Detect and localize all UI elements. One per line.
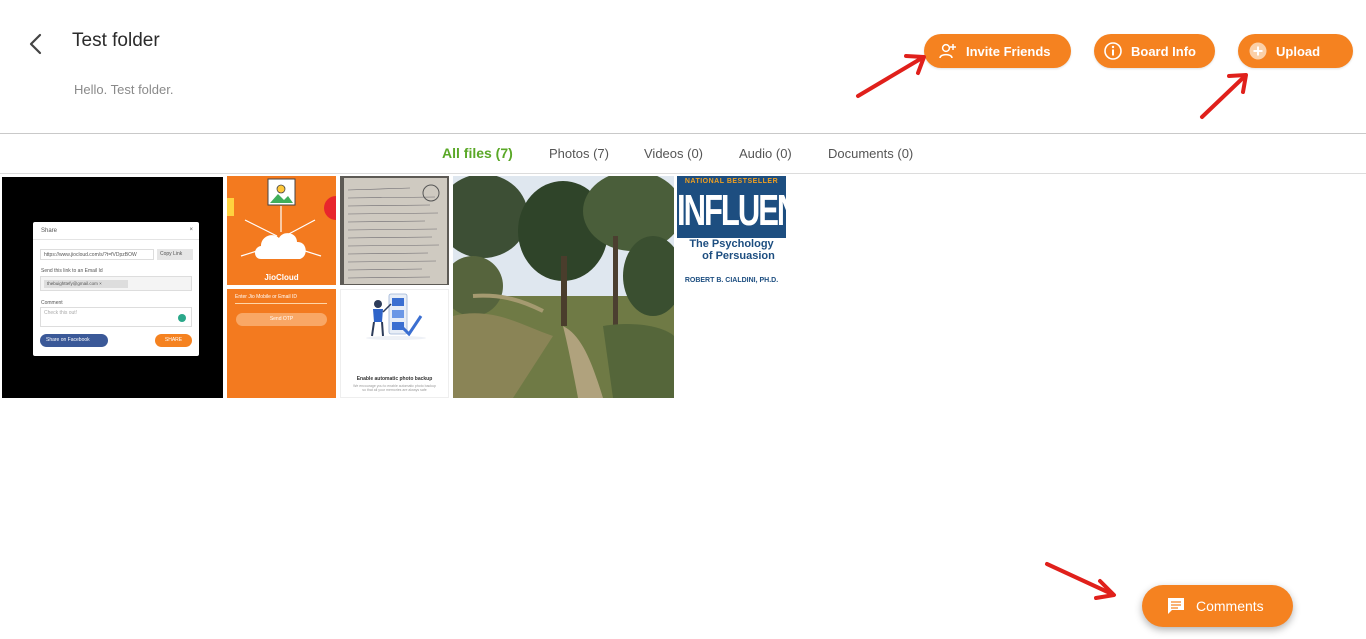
- forest-path-image: [453, 176, 674, 398]
- file-thumbnail-otp-screen[interactable]: Enter Jio Mobile or Email ID Send OTP: [227, 289, 336, 398]
- add-user-icon: [938, 42, 958, 60]
- tab-photos[interactable]: Photos (7): [549, 146, 609, 161]
- handwritten-page-image: [340, 176, 449, 285]
- email-chip: thebuighttefy@gmail.com ×: [44, 280, 128, 288]
- photo-backup-illustration: [366, 293, 426, 340]
- back-button[interactable]: [22, 30, 48, 58]
- share-dialog-title: Share: [41, 228, 58, 234]
- page-subtitle: Hello. Test folder.: [74, 82, 174, 97]
- tab-all-files[interactable]: All files (7): [442, 145, 513, 161]
- share-facebook-label: Share on Facebook: [40, 334, 108, 347]
- book-author: ROBERT B. CIALDINI, PH.D.: [677, 277, 786, 284]
- close-icon: ×: [189, 227, 193, 233]
- share-label: SHARE: [155, 334, 192, 347]
- share-dialog-preview: Share × https://www.jiocloud.com/s/?t=fV…: [33, 222, 199, 356]
- comment-label: Comment: [41, 300, 63, 306]
- chevron-left-icon: [29, 33, 42, 55]
- share-dialog-divider: [33, 239, 199, 240]
- tab-documents[interactable]: Documents (0): [828, 146, 913, 161]
- upload-label: Upload: [1276, 43, 1321, 59]
- backup-title: Enable automatic photo backup: [356, 376, 433, 382]
- file-thumbnail-influence-book[interactable]: NATIONAL BESTSELLER INFLUENCE The Psycho…: [677, 176, 786, 285]
- invite-friends-label: Invite Friends: [966, 43, 1051, 59]
- tabs-divider: [0, 173, 1366, 174]
- tab-videos[interactable]: Videos (0): [644, 146, 703, 161]
- book-subtitle-line2: of Persuasion: [702, 250, 775, 262]
- book-subtitle-line1: The Psychology: [689, 238, 774, 250]
- file-thumbnail-photo-backup[interactable]: Enable automatic photo backup We encoura…: [340, 289, 449, 398]
- arrow-to-invite: [856, 54, 926, 98]
- share-link-field: https://www.jiocloud.com/s/?t=fVDpzBOW: [40, 249, 154, 260]
- file-thumbnail-share-dialog[interactable]: Share × https://www.jiocloud.com/s/?t=fV…: [2, 177, 223, 398]
- file-thumbnail-jiocloud[interactable]: JioCloud: [227, 176, 336, 285]
- book-bestseller-label: NATIONAL BESTSELLER: [684, 178, 779, 185]
- jiocloud-illustration: [227, 178, 336, 259]
- file-type-tabs: All files (7) Photos (7) Videos (0) Audi…: [0, 134, 1366, 173]
- send-email-label: Send this link to an Email Id: [41, 268, 103, 274]
- page-title: Test folder: [72, 30, 160, 51]
- comment-field: Check this out!: [40, 307, 192, 327]
- file-thumbnail-handwritten-page[interactable]: [340, 176, 449, 285]
- send-otp-preview: Send OTP: [236, 313, 327, 326]
- arrow-to-upload: [1200, 73, 1248, 119]
- email-field: thebuighttefy@gmail.com ×: [40, 276, 192, 291]
- plus-circle-icon: [1248, 41, 1268, 61]
- copy-link-label: Copy Link: [157, 249, 193, 260]
- board-page: Test folder Hello. Test folder. Invite F…: [0, 0, 1366, 639]
- emoji-icon: [178, 314, 186, 322]
- invite-friends-button[interactable]: Invite Friends: [924, 34, 1071, 68]
- jiocloud-label: JioCloud: [264, 273, 299, 282]
- backup-subtitle: We encourage you to enable automatic pho…: [353, 384, 436, 392]
- upload-button[interactable]: Upload: [1238, 34, 1353, 68]
- board-info-label: Board Info: [1131, 43, 1196, 59]
- comment-icon: [1168, 598, 1184, 614]
- arrow-to-comments: [1045, 562, 1116, 600]
- otp-input-preview: Enter Jio Mobile or Email ID: [235, 294, 327, 304]
- book-title: INFLUENCE: [677, 186, 786, 235]
- comments-button[interactable]: Comments: [1142, 585, 1293, 627]
- info-icon: [1103, 41, 1123, 61]
- file-thumbnail-forest-photo[interactable]: [453, 176, 674, 398]
- tab-audio[interactable]: Audio (0): [739, 146, 792, 161]
- comments-label: Comments: [1196, 598, 1264, 614]
- board-info-button[interactable]: Board Info: [1094, 34, 1215, 68]
